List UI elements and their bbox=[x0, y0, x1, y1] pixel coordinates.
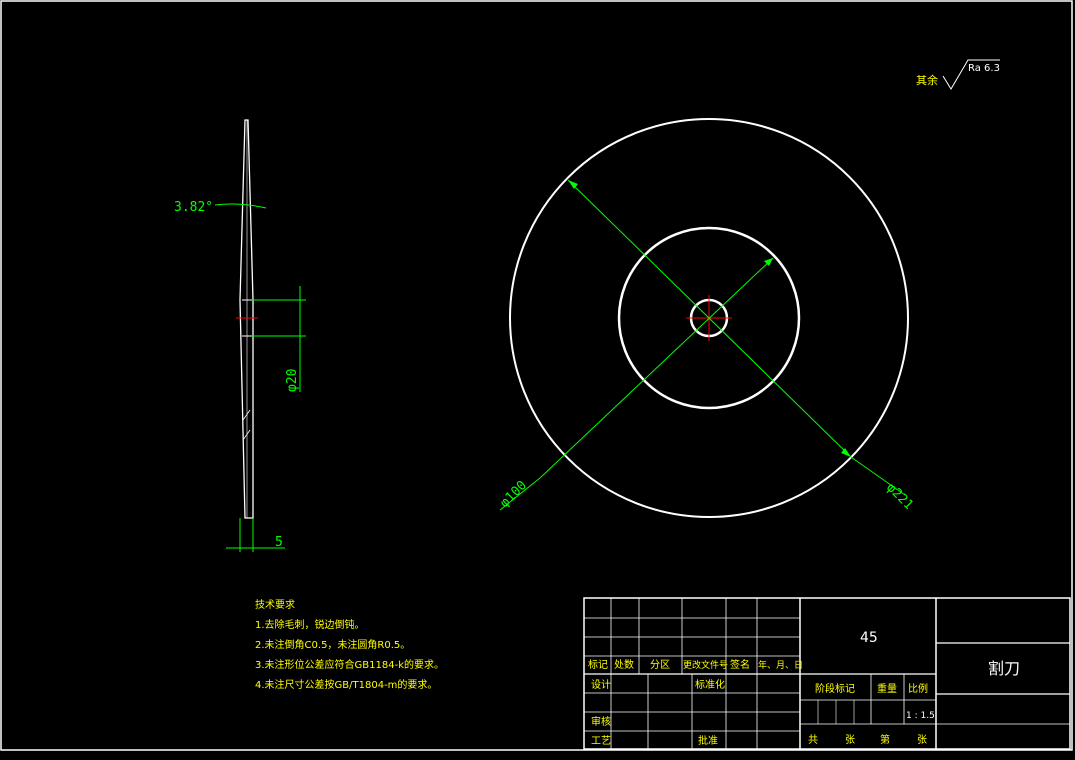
rev-header: 年、月、日 bbox=[758, 659, 803, 671]
tech-line: 3.未注形位公差应符合GB1184-k的要求。 bbox=[255, 658, 444, 671]
part-name: 割刀 bbox=[988, 659, 1020, 678]
surface-finish-symbol: 其余 Ra 6.3 bbox=[916, 59, 1000, 90]
rev-header: 签名 bbox=[730, 658, 750, 671]
design-label: 设计 bbox=[591, 678, 611, 691]
approve-label: 批准 bbox=[698, 734, 718, 747]
tech-title: 技术要求 bbox=[255, 598, 295, 611]
middle-diameter-label: φ100 bbox=[497, 478, 530, 511]
sheet-total-prefix: 共 bbox=[808, 734, 818, 746]
surface-finish-prefix: 其余 bbox=[916, 73, 938, 87]
drawing-svg: 其余 Ra 6.3 3.82° φ20 5 φ100 φ221 技术要求 1.去… bbox=[0, 0, 1073, 751]
surface-finish-value: Ra 6.3 bbox=[968, 63, 1000, 74]
rev-header: 分区 bbox=[650, 659, 670, 671]
weight-label: 重量 bbox=[877, 682, 897, 695]
middle-diameter-leader bbox=[539, 257, 774, 479]
rev-header: 处数 bbox=[614, 658, 634, 671]
process-label: 工艺 bbox=[591, 735, 611, 747]
angle-dimension: 3.82° bbox=[174, 200, 213, 215]
drawing-border bbox=[0, 0, 1073, 751]
thickness-dimension: 5 bbox=[275, 535, 283, 550]
standard-label: 标准化 bbox=[695, 678, 725, 691]
front-view: φ100 φ221 bbox=[497, 118, 916, 518]
rev-header: 标记 bbox=[588, 659, 608, 671]
bore-dimension: φ20 bbox=[285, 369, 300, 392]
drawing-canvas: 其余 Ra 6.3 3.82° φ20 5 φ100 φ221 技术要求 1.去… bbox=[0, 0, 1075, 760]
tech-line: 2.未注倒角C0.5，未注圆角R0.5。 bbox=[255, 638, 410, 651]
rev-header: 更改文件号 bbox=[683, 659, 728, 671]
outer-diameter-label: φ221 bbox=[883, 480, 916, 513]
stage-label: 阶段标记 bbox=[815, 682, 855, 695]
sheet-num-prefix: 第 bbox=[880, 733, 890, 746]
tech-requirements: 技术要求 1.去除毛刺，锐边倒钝。 2.未注倒角C0.5，未注圆角R0.5。 3… bbox=[255, 598, 444, 691]
sheet-total-suffix: 张 bbox=[845, 734, 855, 746]
check-label: 审核 bbox=[591, 715, 611, 728]
material-value: 45 bbox=[860, 630, 878, 646]
sheet-num-suffix: 张 bbox=[917, 734, 927, 746]
title-block: 标记 处数 分区 更改文件号 签名 年、月、日 设计 标准化 审核 工艺 批准 … bbox=[583, 597, 1071, 750]
tech-line: 1.去除毛刺，锐边倒钝。 bbox=[255, 618, 365, 631]
tech-line: 4.未注尺寸公差按GB/T1804-m的要求。 bbox=[255, 678, 437, 691]
scale-value: 1 : 1.5 bbox=[906, 711, 935, 721]
scale-label: 比例 bbox=[908, 682, 928, 695]
side-view: 3.82° φ20 5 bbox=[174, 119, 306, 552]
